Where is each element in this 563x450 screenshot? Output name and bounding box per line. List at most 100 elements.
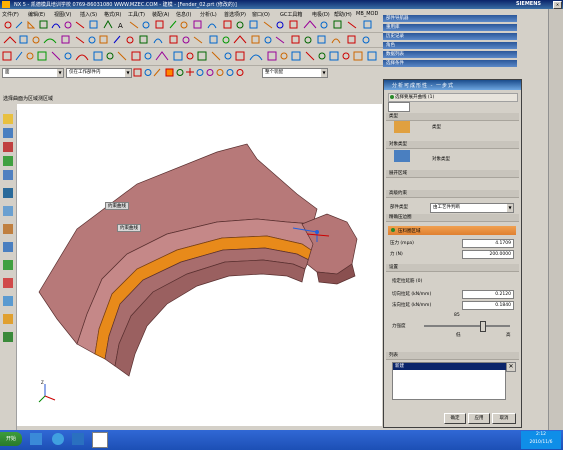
close-button[interactable]: ✕ bbox=[553, 1, 562, 9]
force-input[interactable]: 4.1709 bbox=[462, 239, 514, 248]
select-curve-label: 选择要展开曲线 (1) bbox=[395, 95, 435, 100]
toolbar-icons-2[interactable] bbox=[0, 33, 383, 47]
object-type-icon[interactable] bbox=[394, 150, 410, 162]
toolbar-row-3 bbox=[0, 48, 383, 66]
roles-icon[interactable] bbox=[3, 260, 13, 270]
toolbar-icons-1[interactable]: A bbox=[0, 18, 383, 32]
results-list-row[interactable]: 新建 bbox=[393, 363, 507, 370]
component-type-select[interactable]: 由工艺件判断 ▼ bbox=[430, 203, 514, 213]
fender-model[interactable]: Z bbox=[17, 104, 382, 426]
palette-icon[interactable] bbox=[3, 206, 13, 216]
menu-info[interactable]: 信息(I) bbox=[176, 11, 191, 18]
panel-selection-criteria[interactable]: 选择条件 bbox=[383, 60, 517, 67]
snap-icons[interactable] bbox=[132, 67, 252, 78]
results-list[interactable]: 新建 bbox=[392, 362, 507, 400]
window-titlebar: NX 5 - 凯德模具培训学校 0769-86031080 WWW.MZEC.C… bbox=[0, 0, 563, 9]
ok-button[interactable]: 确定 bbox=[444, 413, 466, 424]
menu-preferences[interactable]: 首选项(P) bbox=[224, 11, 246, 18]
panel-reuse-library[interactable]: 重用库 bbox=[383, 24, 517, 31]
menu-format[interactable]: 格式(R) bbox=[104, 11, 121, 18]
system-clock: 2:12 2010/11/6 bbox=[521, 431, 561, 449]
panel-part-navigator[interactable]: 部件导航器 bbox=[383, 15, 517, 22]
menu-electrode[interactable]: 电极(D) bbox=[312, 11, 330, 18]
menu-insert[interactable]: 插入(S) bbox=[80, 11, 97, 18]
clock-time: 2:12 bbox=[535, 432, 547, 437]
quicklaunch-app-icon[interactable] bbox=[52, 433, 64, 445]
resource-panels: 部件导航器 重用库 历史记录 角色 数据列表 选择条件 bbox=[383, 9, 520, 69]
count-field[interactable] bbox=[388, 102, 410, 112]
panel-roles[interactable]: 角色 bbox=[383, 42, 517, 49]
graphics-viewport[interactable]: Z 约束曲线 约束曲线 bbox=[17, 104, 382, 426]
section-object-type[interactable]: 对象类型 bbox=[386, 141, 519, 149]
strength-slider-track[interactable] bbox=[424, 325, 510, 327]
delete-icon[interactable]: ✕ bbox=[506, 362, 516, 372]
taskbar: 开始 2:12 2010/11/6 bbox=[0, 430, 563, 450]
menu-view[interactable]: 视图(V) bbox=[54, 11, 71, 18]
tension-input[interactable]: 200.0000 bbox=[462, 250, 514, 259]
manufacturing-wizard-icon[interactable] bbox=[3, 242, 13, 252]
assembly-navigator-icon[interactable] bbox=[3, 128, 13, 138]
nx-taskbar-icon[interactable] bbox=[92, 432, 108, 448]
menu-assembly[interactable]: 装配(A) bbox=[152, 11, 169, 18]
type-value: 类型 bbox=[432, 125, 441, 130]
select-curve-toggle[interactable]: 选择要展开曲线 (1) bbox=[388, 93, 518, 102]
type-filter-select[interactable]: 面 ▼ bbox=[2, 68, 64, 78]
knowledge-icon[interactable] bbox=[3, 332, 13, 342]
normal-force-input[interactable]: 0.1840 bbox=[462, 301, 514, 310]
menu-edit[interactable]: 编辑(E) bbox=[28, 11, 45, 18]
normal-force-label: 法向拉延 (kN/mm) bbox=[392, 303, 432, 308]
menu-file[interactable]: 文件(F) bbox=[2, 11, 19, 18]
section-expand-region[interactable]: 展开区域 bbox=[386, 170, 519, 178]
menu-help[interactable]: 帮助(H) bbox=[334, 11, 352, 18]
window-title: NX 5 - 凯德模具培训学校 0769-86031080 WWW.MZEC.C… bbox=[14, 2, 237, 8]
menu-tools[interactable]: 工具(T) bbox=[128, 11, 145, 18]
chevron-down-icon: ▼ bbox=[57, 69, 63, 77]
menu-analysis[interactable]: 分析(L) bbox=[200, 11, 217, 18]
section-advanced[interactable]: 高级约束 bbox=[386, 190, 519, 198]
cut-force-input[interactable]: 0.2120 bbox=[462, 290, 514, 299]
system-materials-icon[interactable] bbox=[3, 278, 13, 288]
quicklaunch-network-icon[interactable] bbox=[72, 433, 84, 445]
slider-high-label: 高 bbox=[506, 333, 511, 338]
start-button[interactable]: 开始 bbox=[0, 432, 22, 446]
view-triad: Z bbox=[38, 380, 56, 403]
reuse-library-icon[interactable] bbox=[3, 156, 13, 166]
menu-gc-toolbox[interactable]: GC工具箱 bbox=[280, 11, 302, 18]
dialog-title: 分析可成形性 - 一步式 bbox=[392, 83, 454, 89]
section-settings[interactable]: 设置 bbox=[386, 264, 519, 272]
viewport-label-2: 约束曲线 bbox=[117, 224, 141, 232]
resource-bar bbox=[0, 110, 17, 430]
svg-text:A: A bbox=[118, 22, 123, 30]
component-type-label: 部件类型 bbox=[390, 205, 408, 210]
part-navigator-icon[interactable] bbox=[3, 114, 13, 124]
section-results[interactable]: 列表 bbox=[386, 352, 519, 360]
history-icon[interactable] bbox=[3, 170, 13, 180]
system-scenes-icon[interactable] bbox=[3, 296, 13, 306]
data-list-icon[interactable] bbox=[3, 314, 13, 324]
cue-text: 选择曲面为区域测区域 bbox=[3, 96, 54, 102]
constraint-point[interactable] bbox=[315, 230, 319, 234]
panel-data-list[interactable]: 数据列表 bbox=[383, 51, 517, 58]
apply-button[interactable]: 应用 bbox=[468, 413, 490, 424]
panel-history[interactable]: 历史记录 bbox=[383, 33, 517, 40]
cancel-button[interactable]: 取消 bbox=[492, 413, 516, 424]
section-type[interactable]: 类型 bbox=[386, 113, 519, 121]
type-icon[interactable] bbox=[394, 121, 410, 133]
right-side-scrollbar[interactable] bbox=[548, 9, 563, 430]
menu-mb-mod[interactable]: MB_MOD bbox=[356, 11, 378, 17]
menu-window[interactable]: 窗口(O) bbox=[252, 11, 270, 18]
strength-slider-thumb[interactable] bbox=[480, 321, 486, 332]
web-browser-icon[interactable] bbox=[3, 188, 13, 198]
process-studio-icon[interactable] bbox=[3, 224, 13, 234]
type-filter-value: 面 bbox=[5, 70, 10, 75]
scope-select[interactable]: 仅在工作部件内 ▼ bbox=[66, 68, 132, 78]
body-filter-select[interactable]: 整个装配 ▼ bbox=[262, 68, 328, 78]
toolbar-icons-3[interactable] bbox=[0, 48, 383, 65]
pressure-toggle-row[interactable]: 压料圈区域 bbox=[388, 226, 516, 235]
section-pressure[interactable]: 精确压边圈 bbox=[386, 214, 519, 222]
pressure-toggle-label: 压料圈区域 bbox=[398, 229, 421, 234]
slider-value: 85 bbox=[454, 313, 460, 318]
constraint-navigator-icon[interactable] bbox=[3, 142, 13, 152]
component-type-value: 由工艺件判断 bbox=[433, 205, 460, 210]
quicklaunch-bird-icon[interactable] bbox=[30, 433, 42, 445]
